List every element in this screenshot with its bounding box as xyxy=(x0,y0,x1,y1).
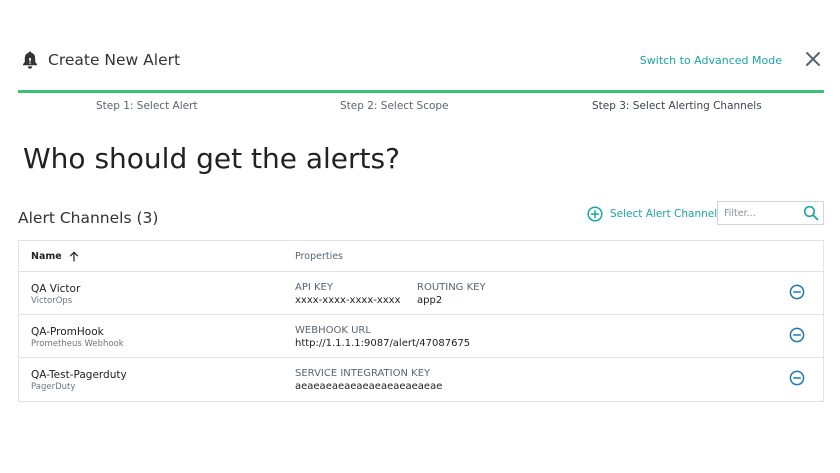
remove-channel-icon[interactable] xyxy=(789,284,805,300)
step-1-label: Step 1: Select Alert xyxy=(96,100,198,112)
channel-name: QA-PromHook xyxy=(31,326,104,338)
bell-icon xyxy=(23,51,37,69)
page-title: Create New Alert xyxy=(48,51,181,69)
close-icon[interactable] xyxy=(804,50,822,68)
step-indicator: Step 1: Select Alert Step 2: Select Scop… xyxy=(18,100,824,116)
arrow-up-icon xyxy=(69,251,78,262)
table-header: Name Properties xyxy=(19,241,823,272)
channel-type: VictorOps xyxy=(31,296,73,306)
property: SERVICE INTEGRATION KEY aeaeaeaeaeaeaeae… xyxy=(295,368,442,392)
property-value: aeaeaeaeaeaeaeaeaeaeaeae xyxy=(295,381,443,392)
alert-channels-title: Alert Channels (3) xyxy=(18,209,159,227)
switch-advanced-mode-link[interactable]: Switch to Advanced Mode xyxy=(640,54,782,67)
name-column-label: Name xyxy=(31,251,62,262)
name-column-header[interactable]: Name xyxy=(31,251,79,262)
property-label: WEBHOOK URL xyxy=(295,325,371,336)
remove-channel-icon[interactable] xyxy=(789,327,805,343)
property: ROUTING KEY app2 xyxy=(417,282,486,306)
channel-name: QA Victor xyxy=(31,283,81,295)
property-value: app2 xyxy=(417,295,443,306)
step-2-label: Step 2: Select Scope xyxy=(340,100,449,112)
alert-channels-table: Name Properties QA Victor VictorOps API … xyxy=(18,240,824,402)
channel-type: Prometheus Webhook xyxy=(31,339,124,349)
property: WEBHOOK URL http://1.1.1.1:9087/alert/47… xyxy=(295,325,470,349)
select-alert-channels-label: Select Alert Channels xyxy=(610,208,723,220)
property-value: xxxx-xxxx-xxxx-xxxx xyxy=(295,295,401,306)
table-row: QA-Test-Pagerduty PagerDuty SERVICE INTE… xyxy=(19,358,823,401)
table-row: QA-PromHook Prometheus Webhook WEBHOOK U… xyxy=(19,315,823,358)
page-headline: Who should get the alerts? xyxy=(23,142,400,175)
property-value: http://1.1.1.1:9087/alert/47087675 xyxy=(295,338,471,349)
select-alert-channels-button[interactable]: Select Alert Channels xyxy=(587,205,723,223)
modal-header: Create New Alert Switch to Advanced Mode xyxy=(18,48,824,74)
channel-name: QA-Test-Pagerduty xyxy=(31,369,127,381)
plus-circle-icon xyxy=(587,206,603,222)
property-label: ROUTING KEY xyxy=(417,282,486,293)
table-row: QA Victor VictorOps API KEY xxxx-xxxx-xx… xyxy=(19,272,823,315)
remove-channel-icon[interactable] xyxy=(789,370,805,386)
progress-bar xyxy=(18,90,824,93)
search-icon[interactable] xyxy=(803,205,819,221)
properties-column-header: Properties xyxy=(295,251,344,262)
filter-box xyxy=(717,201,824,225)
property: API KEY xxxx-xxxx-xxxx-xxxx xyxy=(295,282,401,306)
property-label: API KEY xyxy=(295,282,333,293)
channel-type: PagerDuty xyxy=(31,382,76,392)
filter-input[interactable] xyxy=(718,202,798,224)
property-label: SERVICE INTEGRATION KEY xyxy=(295,368,431,379)
step-3-label: Step 3: Select Alerting Channels xyxy=(592,100,762,112)
